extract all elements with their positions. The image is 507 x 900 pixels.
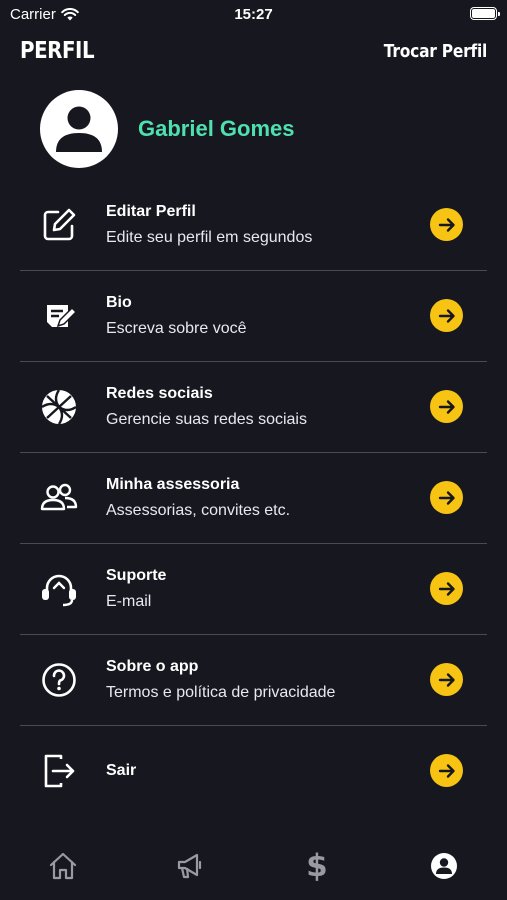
arrow-right-button[interactable] bbox=[430, 390, 463, 423]
menu-item-subtitle: Edite seu perfil em segundos bbox=[106, 229, 313, 246]
arrow-right-button[interactable] bbox=[430, 663, 463, 696]
arrow-right-icon bbox=[438, 763, 455, 778]
page-title: PERFIL bbox=[20, 38, 95, 64]
arrow-right-button[interactable] bbox=[430, 481, 463, 514]
menu-item-text: Bio Escreva sobre você bbox=[106, 293, 417, 338]
menu-item-subtitle: Gerencie suas redes sociais bbox=[106, 411, 307, 428]
menu-item-subtitle: Assessorias, convites etc. bbox=[106, 502, 291, 519]
users-icon bbox=[40, 483, 78, 511]
arrow-right-button[interactable] bbox=[430, 754, 463, 787]
arrow-right-button[interactable] bbox=[430, 299, 463, 332]
menu-item-title: Bio bbox=[106, 294, 132, 311]
switch-profile-button[interactable]: Trocar Perfil bbox=[384, 41, 488, 62]
menu-item-title: Editar Perfil bbox=[106, 203, 196, 220]
edit-icon bbox=[43, 208, 76, 241]
profile-summary: Gabriel Gomes bbox=[40, 90, 295, 168]
menu-item-bio[interactable]: Bio Escreva sobre você bbox=[20, 271, 487, 362]
menu-item-title: Sair bbox=[106, 762, 137, 779]
menu-item-subtitle: Escreva sobre você bbox=[106, 320, 247, 337]
arrow-right-icon bbox=[438, 581, 455, 596]
battery-icon bbox=[470, 7, 500, 20]
tab-profile[interactable] bbox=[414, 846, 474, 886]
menu-item-edit-profile[interactable]: Editar Perfil Edite seu perfil em segund… bbox=[20, 180, 487, 271]
arrow-right-icon bbox=[438, 399, 455, 414]
dollar-icon: $ bbox=[306, 848, 328, 884]
arrow-right-button[interactable] bbox=[430, 572, 463, 605]
user-name: Gabriel Gomes bbox=[138, 116, 295, 141]
menu-item-text: Redes sociais Gerencie suas redes sociai… bbox=[106, 384, 417, 429]
profile-icon bbox=[430, 853, 457, 879]
menu-item-my-agency[interactable]: Minha assessoria Assessorias, convites e… bbox=[20, 453, 487, 544]
tab-announcements[interactable] bbox=[160, 846, 220, 886]
megaphone-icon bbox=[178, 853, 202, 879]
home-icon bbox=[50, 852, 77, 880]
bio-icon bbox=[47, 305, 78, 328]
menu-item-subtitle: E-mail bbox=[106, 593, 152, 610]
tab-home[interactable] bbox=[33, 846, 93, 886]
avatar bbox=[40, 90, 118, 168]
basketball-icon bbox=[41, 389, 77, 425]
arrow-right-icon bbox=[438, 490, 455, 505]
arrow-right-button[interactable] bbox=[430, 208, 463, 241]
menu-item-title: Minha assessoria bbox=[106, 476, 240, 493]
menu-item-subtitle: Termos e política de privacidade bbox=[106, 684, 336, 701]
menu-item-text: Editar Perfil Edite seu perfil em segund… bbox=[106, 202, 417, 247]
status-bar: Carrier 15:27 bbox=[0, 0, 507, 28]
question-icon bbox=[42, 663, 76, 697]
menu-item-text: Suporte E-mail bbox=[106, 566, 417, 611]
arrow-right-icon bbox=[438, 217, 455, 232]
tab-finance[interactable]: $ bbox=[287, 846, 347, 886]
logout-icon bbox=[44, 754, 75, 788]
user-silhouette-icon bbox=[56, 106, 102, 152]
headset-icon bbox=[42, 574, 76, 607]
menu-item-text: Minha assessoria Assessorias, convites e… bbox=[106, 475, 417, 520]
profile-menu: Editar Perfil Edite seu perfil em segund… bbox=[20, 180, 487, 817]
menu-item-title: Suporte bbox=[106, 567, 167, 584]
arrow-right-icon bbox=[438, 308, 455, 323]
menu-item-social-networks[interactable]: Redes sociais Gerencie suas redes sociai… bbox=[20, 362, 487, 453]
menu-item-text: Sair bbox=[106, 761, 417, 780]
menu-item-support[interactable]: Suporte E-mail bbox=[20, 544, 487, 635]
status-time: 15:27 bbox=[234, 6, 273, 23]
menu-item-title: Redes sociais bbox=[106, 385, 213, 402]
menu-item-logout[interactable]: Sair bbox=[20, 726, 487, 817]
arrow-right-icon bbox=[438, 672, 455, 687]
tab-bar: $ bbox=[0, 838, 507, 900]
menu-item-title: Sobre o app bbox=[106, 658, 199, 675]
menu-item-about-app[interactable]: Sobre o app Termos e política de privaci… bbox=[20, 635, 487, 726]
menu-item-text: Sobre o app Termos e política de privaci… bbox=[106, 657, 417, 702]
header: PERFIL Trocar Perfil bbox=[20, 38, 487, 68]
